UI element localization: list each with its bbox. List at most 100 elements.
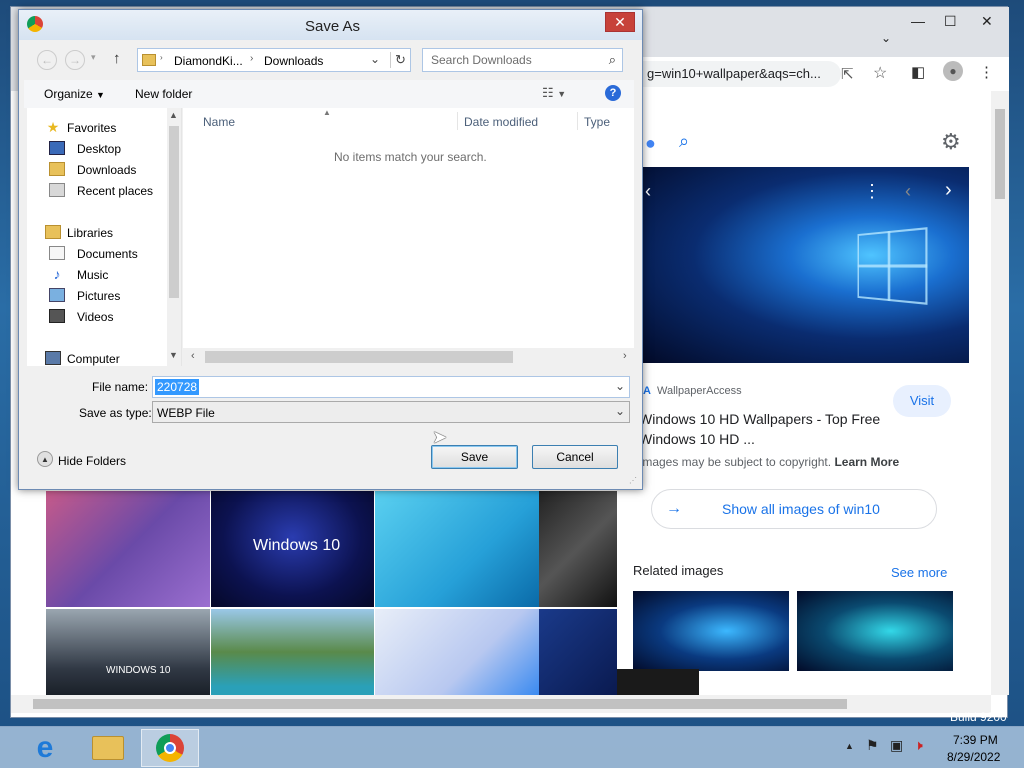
clock-date[interactable]: 8/29/2022 <box>947 750 1000 764</box>
search-icon[interactable]: ⌕ <box>679 131 689 152</box>
file-explorer-icon[interactable] <box>92 736 124 760</box>
dialog-close-button[interactable]: ✕ <box>605 12 635 32</box>
volume-muted-icon[interactable]: 🕨 <box>914 737 923 754</box>
grid-image-5-text: WINDOWS 10 <box>106 665 171 676</box>
nav-scroll-thumb[interactable] <box>169 126 179 298</box>
star-icon[interactable]: ☆ <box>873 63 887 83</box>
up-icon[interactable]: ↑ <box>113 50 121 67</box>
grid-image-4[interactable] <box>539 491 617 607</box>
network-icon[interactable]: ▣ <box>890 737 903 754</box>
grid-image-1[interactable] <box>46 491 210 607</box>
chevron-down-icon[interactable]: ⌄ <box>615 379 625 393</box>
more-vert-icon[interactable]: ⋮ <box>863 181 881 202</box>
file-name-field[interactable]: 220728 ⌄ <box>152 376 630 398</box>
back-icon[interactable]: ← <box>37 50 57 70</box>
page-horizontal-scrollbar[interactable] <box>11 695 991 713</box>
chevron-down-icon[interactable]: ⌄ <box>370 52 380 66</box>
breadcrumb-user[interactable]: DiamondKi... <box>174 54 243 68</box>
chrome-icon <box>27 16 43 32</box>
scroll-right-icon[interactable]: › <box>623 350 627 362</box>
column-type[interactable]: Type <box>584 115 610 129</box>
nav-favorites[interactable]: ★ Favorites <box>27 118 177 138</box>
close-icon[interactable]: ✕ <box>981 13 993 30</box>
maximize-icon[interactable]: ☐ <box>944 13 957 30</box>
result-title[interactable]: Windows 10 HD Wallpapers - Top Free Wind… <box>639 409 880 449</box>
recent-locations-icon[interactable]: ▾ <box>91 52 96 63</box>
omnibox[interactable]: g=win10+wallpaper&aqs=ch... <box>641 61 841 87</box>
arrow-right-icon: → <box>666 500 682 517</box>
profile-avatar[interactable]: ● <box>943 61 963 81</box>
vscroll-thumb[interactable] <box>995 109 1005 199</box>
save-type-select[interactable]: WEBP File ⌄ <box>152 401 630 423</box>
help-icon[interactable]: ? <box>605 85 621 101</box>
chevron-down-icon[interactable]: ⌄ <box>615 404 625 418</box>
nav-recent-places[interactable]: Recent places <box>27 181 177 201</box>
resize-grip-icon[interactable]: ⋰ <box>629 476 637 485</box>
chevron-down-icon[interactable]: ⌄ <box>881 31 891 45</box>
gear-icon[interactable]: ⚙ <box>941 129 961 155</box>
save-button[interactable]: Save <box>431 445 518 469</box>
dropdown-icon: ▼ <box>96 90 105 100</box>
grid-image-5[interactable]: WINDOWS 10 <box>46 609 210 695</box>
mic-icon[interactable]: ● <box>645 133 656 154</box>
grid-image-3[interactable] <box>375 491 539 607</box>
internet-explorer-icon[interactable]: e <box>28 731 62 765</box>
scroll-left-icon[interactable]: ‹ <box>191 350 195 362</box>
source-name[interactable]: WallpaperAccess <box>657 385 742 397</box>
chrome-taskbar-button[interactable] <box>141 729 199 767</box>
page-vertical-scrollbar[interactable] <box>991 91 1009 695</box>
breadcrumb-downloads[interactable]: Downloads <box>264 54 323 68</box>
nav-computer[interactable]: Computer <box>27 349 177 366</box>
address-bar[interactable]: › DiamondKi... › Downloads ⌄ ↻ <box>137 48 411 72</box>
hide-folders-button[interactable]: ▲ Hide Folders <box>37 451 147 471</box>
nav-libraries[interactable]: Libraries <box>27 223 177 243</box>
organize-button[interactable]: Organize ▼ <box>44 87 105 101</box>
prev-icon[interactable]: ‹ <box>905 181 911 202</box>
view-options-icon[interactable]: ☷ ▼ <box>542 85 566 101</box>
forward-icon[interactable]: → <box>65 50 85 70</box>
visit-button[interactable]: Visit <box>893 385 951 417</box>
column-date-modified[interactable]: Date modified <box>464 115 538 129</box>
minimize-icon[interactable]: — <box>911 13 925 29</box>
chevron-left-icon[interactable]: ‹ <box>645 181 651 202</box>
grid-image-2[interactable]: Windows 10 <box>211 491 374 607</box>
clock-time[interactable]: 7:39 PM <box>953 733 998 747</box>
column-divider <box>577 112 578 130</box>
more-menu-icon[interactable]: ⋮ <box>979 63 994 81</box>
show-hidden-icons[interactable]: ▲ <box>845 741 854 751</box>
nav-pictures[interactable]: Pictures <box>27 286 177 306</box>
search-input[interactable]: Search Downloads ⌕ <box>422 48 623 72</box>
grid-image-7[interactable] <box>375 609 539 695</box>
learn-more-link[interactable]: Learn More <box>834 455 899 469</box>
refresh-icon[interactable]: ↻ <box>390 52 406 68</box>
hscroll-thumb[interactable] <box>33 699 847 709</box>
nav-documents[interactable]: Documents <box>27 244 177 264</box>
nav-music[interactable]: ♪ Music <box>27 265 177 285</box>
preview-image[interactable]: ‹ ⋮ ‹ › <box>643 167 969 363</box>
dialog-titlebar[interactable]: Save As <box>19 10 642 40</box>
nav-libraries-label: Libraries <box>67 226 114 240</box>
list-horizontal-scrollbar[interactable]: ‹ › <box>183 348 634 366</box>
related-image-2[interactable] <box>797 591 953 671</box>
next-icon[interactable]: › <box>945 179 952 202</box>
list-scroll-thumb[interactable] <box>205 351 513 363</box>
cancel-button[interactable]: Cancel <box>532 445 618 469</box>
side-panel-icon[interactable]: ◧ <box>911 63 925 81</box>
flag-icon[interactable]: ⚑ <box>866 737 879 754</box>
show-all-button[interactable]: → Show all images of win10 <box>651 489 937 529</box>
nav-desktop[interactable]: Desktop <box>27 139 177 159</box>
nav-videos[interactable]: Videos <box>27 307 177 327</box>
grid-image-6[interactable] <box>211 609 374 695</box>
see-more-link[interactable]: See more <box>891 565 947 580</box>
grid-image-8[interactable] <box>539 609 617 695</box>
share-icon[interactable]: ⇱ <box>841 65 854 83</box>
grid-image-9[interactable] <box>617 669 699 695</box>
new-folder-button[interactable]: New folder <box>135 87 192 101</box>
nav-downloads[interactable]: Downloads <box>27 160 177 180</box>
related-image-1[interactable] <box>633 591 789 671</box>
scroll-down-icon[interactable]: ▼ <box>169 350 178 360</box>
desktop-watermark: Build 9200 <box>950 710 1007 724</box>
column-name[interactable]: Name <box>203 115 235 129</box>
scroll-up-icon[interactable]: ▲ <box>169 110 178 120</box>
nav-scrollbar[interactable]: ▲ ▼ <box>167 108 181 366</box>
